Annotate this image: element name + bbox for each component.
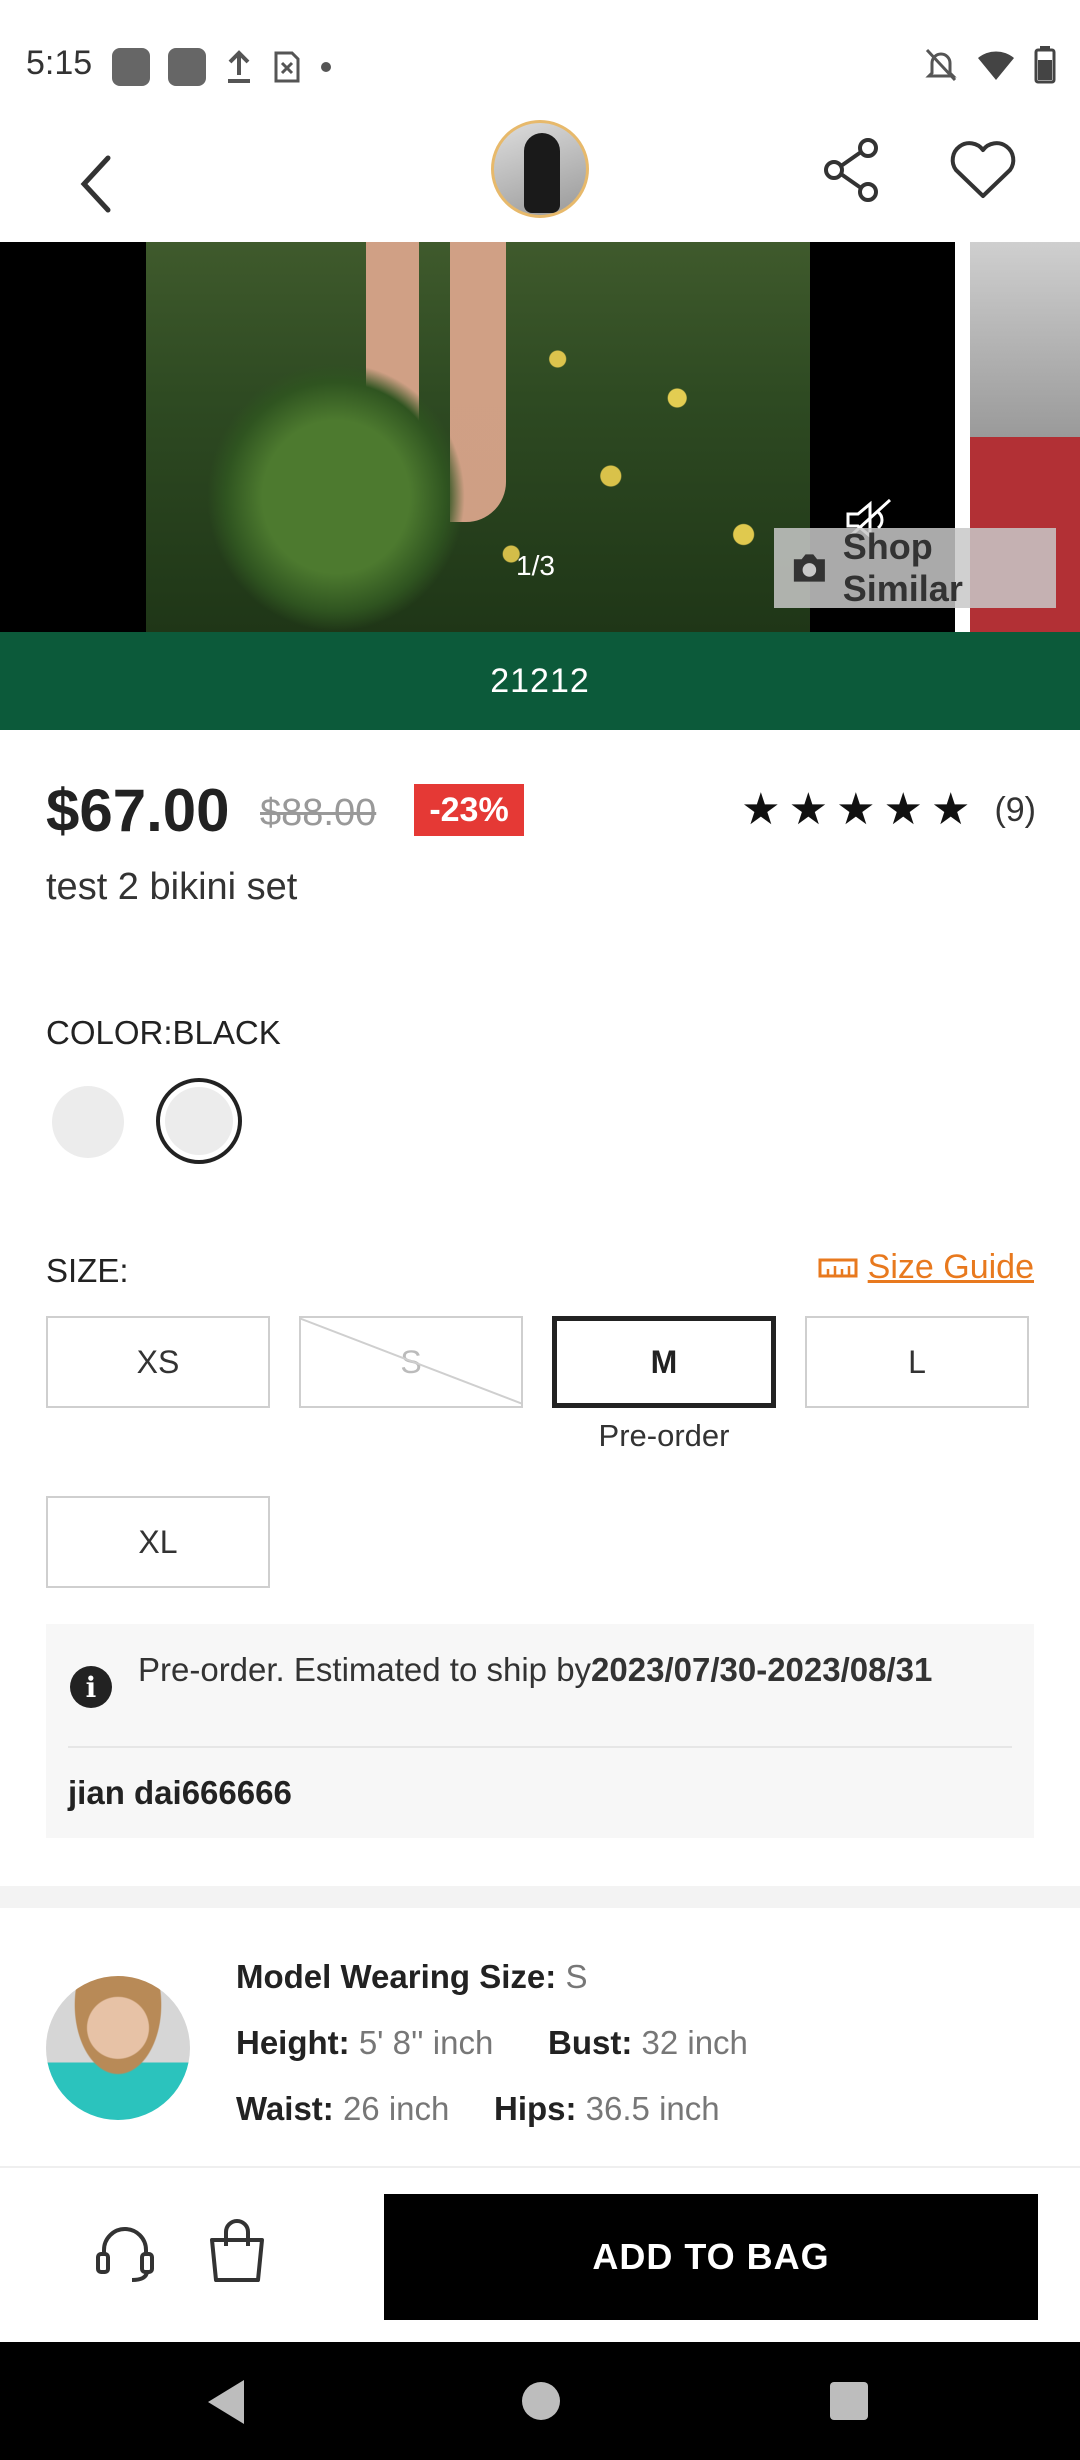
- bell-off-icon: [925, 48, 957, 82]
- size-label: SIZE:: [46, 1252, 129, 1289]
- add-to-bag-button[interactable]: ADD TO BAG: [384, 2194, 1038, 2320]
- system-home-icon[interactable]: [522, 2382, 560, 2420]
- price-row: $67.00 $88.00 -23% ★ ★ ★ ★ ★ (9): [46, 776, 1036, 846]
- app-notification-icon: [112, 48, 150, 86]
- size-option-s[interactable]: S: [299, 1316, 523, 1408]
- original-price: $88.00: [260, 792, 377, 834]
- discount-badge: -23%: [414, 784, 524, 836]
- image-counter: 1/3: [516, 550, 555, 581]
- model-waist: Waist: 26 inch: [236, 2090, 450, 2127]
- back-icon[interactable]: [70, 138, 130, 228]
- brand-avatar[interactable]: [491, 120, 589, 218]
- size-option-l[interactable]: L: [805, 1316, 1029, 1408]
- promo-banner[interactable]: 21212: [0, 632, 1080, 730]
- model-bust: Bust: 32 inch: [548, 2024, 748, 2061]
- review-count[interactable]: (9): [994, 791, 1036, 830]
- model-hips: Hips: 36.5 inch: [494, 2090, 720, 2127]
- star-icon: ★: [930, 785, 971, 834]
- promo-code: 21212: [490, 661, 590, 700]
- star-icon: ★: [836, 785, 876, 834]
- product-note: jian dai666666: [68, 1774, 292, 1811]
- camera-icon: [793, 554, 825, 582]
- product-image[interactable]: [146, 242, 810, 632]
- shop-similar-label: Shop Similar: [842, 526, 963, 609]
- current-price: $67.00: [46, 777, 230, 844]
- size-guide-link[interactable]: Size Guide: [818, 1248, 1034, 1287]
- rating[interactable]: ★ ★ ★ ★ ★ (9): [741, 788, 1036, 832]
- preorder-info-box: i Pre-order. Estimated to ship by2023/07…: [46, 1624, 1034, 1838]
- app-notification-icon: [168, 48, 206, 86]
- sim-icon: [274, 51, 300, 83]
- product-title: test 2 bikini set: [46, 866, 298, 908]
- status-time: 5:15: [26, 44, 93, 82]
- color-label: COLOR:BLACK: [46, 1014, 281, 1051]
- size-option-m[interactable]: M: [552, 1316, 776, 1408]
- shop-similar-button[interactable]: Shop Similar: [774, 526, 1056, 609]
- star-icon: ★: [788, 785, 829, 834]
- top-navigation: [0, 120, 1080, 242]
- info-icon: i: [70, 1666, 112, 1708]
- model-height: Height: 5' 8'' inch: [236, 2024, 494, 2061]
- system-status-icons: [924, 46, 1056, 84]
- model-avatar: [46, 1976, 190, 2120]
- star-icon: ★: [741, 785, 781, 834]
- bottom-action-bar: ADD TO BAG: [0, 2166, 1080, 2342]
- model-wearing-size: Model Wearing Size: S: [236, 1958, 588, 1995]
- battery-icon: [1034, 46, 1056, 84]
- system-navigation-bar: [0, 2342, 1080, 2460]
- system-back-icon[interactable]: [208, 2380, 244, 2424]
- color-swatch-selected[interactable]: [156, 1078, 242, 1164]
- size-guide-label: Size Guide: [867, 1248, 1034, 1286]
- preorder-info-text: Pre-order. Estimated to ship by2023/07/3…: [138, 1651, 933, 1688]
- ruler-icon: [818, 1258, 858, 1277]
- status-bar: 5:15: [0, 0, 1080, 120]
- system-recents-icon[interactable]: [830, 2382, 868, 2420]
- size-option-xs[interactable]: XS: [46, 1316, 270, 1408]
- section-divider: [0, 1886, 1080, 1908]
- notification-icons: [112, 48, 332, 86]
- dot-icon: [321, 62, 331, 72]
- shopping-bag-icon[interactable]: [206, 2218, 268, 2284]
- customer-service-icon[interactable]: [94, 2222, 156, 2284]
- heart-icon[interactable]: [948, 140, 1018, 202]
- size-option-xl[interactable]: XL: [46, 1496, 270, 1588]
- upload-icon: [228, 50, 250, 83]
- product-image-gallery[interactable]: 1/3 Shop Similar: [0, 242, 1080, 632]
- preorder-tag: Pre-order: [598, 1418, 730, 1453]
- share-icon[interactable]: [820, 136, 886, 202]
- wifi-icon: [978, 51, 1014, 80]
- ship-date-range: 2023/07/30-2023/08/31: [591, 1651, 933, 1688]
- star-icon: ★: [883, 785, 923, 834]
- color-swatch[interactable]: [52, 1086, 124, 1158]
